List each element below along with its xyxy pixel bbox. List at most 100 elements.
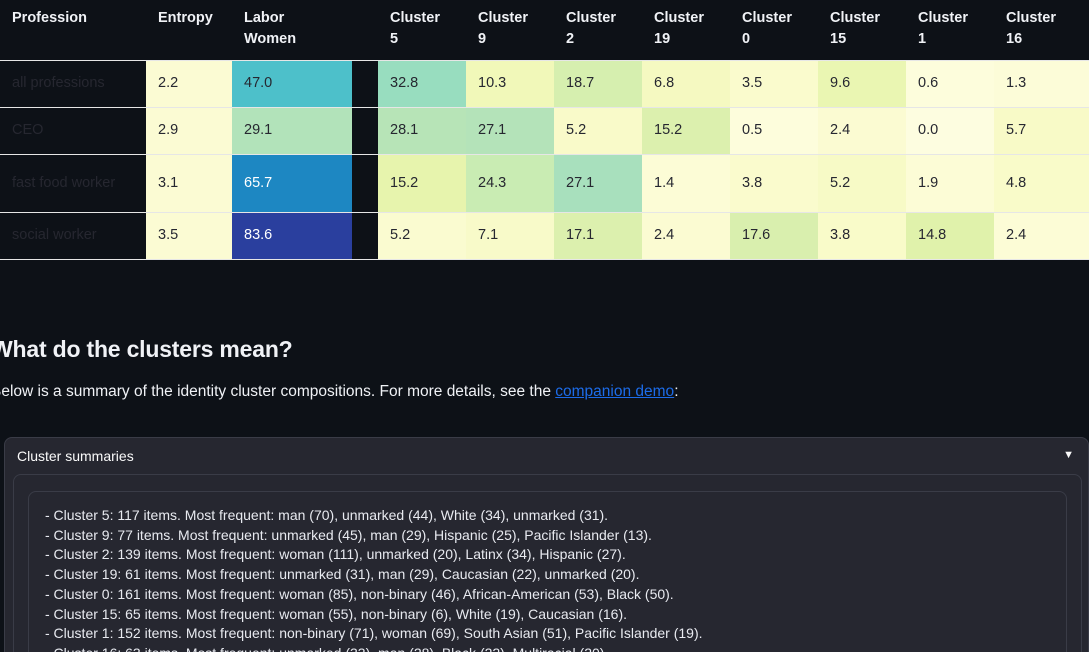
page-root: Profession Entropy Labor Women Cluster 5 <box>0 0 1089 652</box>
cell-cluster-1: 0.0 <box>906 107 994 155</box>
cell-cluster-1: 14.8 <box>906 212 994 260</box>
cell-cluster-16: 5.7 <box>994 107 1089 155</box>
cell-entropy: 2.9 <box>146 107 232 155</box>
cell-cluster-0: 3.5 <box>730 60 818 108</box>
cell-cluster-16: 4.8 <box>994 154 1089 213</box>
cell-profession: fast food worker <box>0 154 146 213</box>
row-spacer <box>352 212 378 260</box>
cell-cluster-2: 17.1 <box>554 212 642 260</box>
cell-profession: social worker <box>0 212 146 260</box>
row-spacer <box>352 154 378 213</box>
col-header-line: Cluster <box>478 10 528 26</box>
col-header-line: Cluster <box>566 10 616 26</box>
cell-cluster-19: 6.8 <box>642 60 730 108</box>
list-item: - Cluster 19: 61 items. Most frequent: u… <box>45 566 640 583</box>
intro-text-before: Below is a summary of the identity clust… <box>0 383 556 400</box>
col-header-line: Women <box>244 31 297 48</box>
table-header: Profession Entropy Labor Women Cluster 5 <box>0 0 1089 61</box>
table-row[interactable]: fast food worker 3.1 65.7 15.2 24.3 27.1… <box>0 154 1089 213</box>
cell-cluster-19: 15.2 <box>642 107 730 155</box>
col-header-cluster-0[interactable]: Cluster 0 <box>730 0 818 61</box>
col-header-profession[interactable]: Profession <box>0 0 146 61</box>
cluster-summaries-textbox: - Cluster 5: 117 items. Most frequent: m… <box>28 491 1067 652</box>
list-item: - Cluster 16: 63 items. Most frequent: u… <box>45 644 1050 652</box>
col-header-line: Profession <box>12 10 87 26</box>
expander-header[interactable]: Cluster summaries ▼ <box>5 438 1088 473</box>
chevron-down-icon[interactable]: ▼ <box>1063 450 1074 461</box>
row-spacer <box>352 60 378 108</box>
list-item: - Cluster 9: 77 items. Most frequent: un… <box>45 526 652 543</box>
col-header-line: 5 <box>390 31 399 48</box>
col-header-line: Cluster <box>1006 10 1056 26</box>
col-header-line: Cluster <box>390 10 440 26</box>
col-header-line: 9 <box>478 31 487 48</box>
cell-cluster-9: 7.1 <box>466 212 554 260</box>
list-item: - Cluster 2: 139 items. Most frequent: w… <box>45 546 626 563</box>
list-item: - Cluster 15: 65 items. Most frequent: w… <box>45 605 628 622</box>
cell-labor-women: 47.0 <box>232 60 352 108</box>
col-header-cluster-16[interactable]: Cluster 16 <box>994 0 1089 61</box>
cell-cluster-0: 3.8 <box>730 154 818 213</box>
cell-labor-women: 29.1 <box>232 107 352 155</box>
cell-cluster-15: 2.4 <box>818 107 906 155</box>
col-header-cluster-2[interactable]: Cluster 2 <box>554 0 642 61</box>
dataframe-container[interactable]: Profession Entropy Labor Women Cluster 5 <box>0 0 1089 261</box>
col-header-line: Cluster <box>742 10 792 26</box>
col-header-cluster-15[interactable]: Cluster 15 <box>818 0 906 61</box>
expander-body: - Cluster 5: 117 items. Most frequent: m… <box>13 474 1082 652</box>
table-row[interactable]: CEO 2.9 29.1 28.1 27.1 5.2 15.2 0.5 2.4 … <box>0 107 1089 155</box>
cell-labor-women: 83.6 <box>232 212 352 260</box>
cell-cluster-0: 0.5 <box>730 107 818 155</box>
row-spacer <box>352 107 378 155</box>
col-header-line: 15 <box>830 31 847 48</box>
intro-paragraph: Below is a summary of the identity clust… <box>0 380 679 405</box>
cell-cluster-2: 18.7 <box>554 60 642 108</box>
cell-cluster-5: 5.2 <box>378 212 466 260</box>
expander-title: Cluster summaries <box>17 447 134 464</box>
col-header-line: Cluster <box>918 10 968 26</box>
cell-cluster-16: 1.3 <box>994 60 1089 108</box>
col-header-line: Labor <box>244 10 285 26</box>
cell-cluster-1: 1.9 <box>906 154 994 213</box>
cell-cluster-15: 5.2 <box>818 154 906 213</box>
col-header-line: 0 <box>742 31 751 48</box>
col-header-line: Cluster <box>830 10 880 26</box>
col-header-line: 19 <box>654 31 671 48</box>
cell-cluster-2: 5.2 <box>554 107 642 155</box>
cell-cluster-9: 24.3 <box>466 154 554 213</box>
page-title: What do the clusters mean? <box>0 336 293 362</box>
col-header-line: 2 <box>566 31 575 48</box>
col-header-cluster-5[interactable]: Cluster 5 <box>378 0 466 61</box>
cell-cluster-5: 32.8 <box>378 60 466 108</box>
col-header-line: 1 <box>918 31 927 48</box>
col-header-labor-women[interactable]: Labor Women <box>232 0 352 61</box>
table-row[interactable]: social worker 3.5 83.6 5.2 7.1 17.1 2.4 … <box>0 212 1089 260</box>
cell-labor-women: 65.7 <box>232 154 352 213</box>
cell-cluster-9: 27.1 <box>466 107 554 155</box>
list-item: - Cluster 1: 152 items. Most frequent: n… <box>45 625 703 642</box>
cell-cluster-19: 2.4 <box>642 212 730 260</box>
cell-cluster-0: 17.6 <box>730 212 818 260</box>
profession-cluster-table: Profession Entropy Labor Women Cluster 5 <box>0 0 1089 260</box>
table-row[interactable]: all professions 2.2 47.0 32.8 10.3 18.7 … <box>0 60 1089 108</box>
cell-cluster-15: 9.6 <box>818 60 906 108</box>
col-header-entropy[interactable]: Entropy <box>146 0 232 61</box>
col-header-cluster-19[interactable]: Cluster 19 <box>642 0 730 61</box>
intro-text-after: : <box>674 383 679 400</box>
table-body: all professions 2.2 47.0 32.8 10.3 18.7 … <box>0 60 1089 260</box>
cell-profession: all professions <box>0 60 146 108</box>
cell-cluster-1: 0.6 <box>906 60 994 108</box>
cell-entropy: 2.2 <box>146 60 232 108</box>
cluster-summaries-expander[interactable]: Cluster summaries ▼ - Cluster 5: 117 ite… <box>4 437 1089 652</box>
companion-demo-link[interactable]: companion demo <box>555 383 674 400</box>
col-header-line: Cluster <box>654 10 704 26</box>
cell-cluster-2: 27.1 <box>554 154 642 213</box>
col-header-line: 16 <box>1006 31 1023 48</box>
col-header-cluster-1[interactable]: Cluster 1 <box>906 0 994 61</box>
col-header-cluster-9[interactable]: Cluster 9 <box>466 0 554 61</box>
cell-cluster-16: 2.4 <box>994 212 1089 260</box>
cell-cluster-9: 10.3 <box>466 60 554 108</box>
cell-cluster-5: 28.1 <box>378 107 466 155</box>
table-header-row: Profession Entropy Labor Women Cluster 5 <box>0 0 1089 61</box>
cell-entropy: 3.1 <box>146 154 232 213</box>
